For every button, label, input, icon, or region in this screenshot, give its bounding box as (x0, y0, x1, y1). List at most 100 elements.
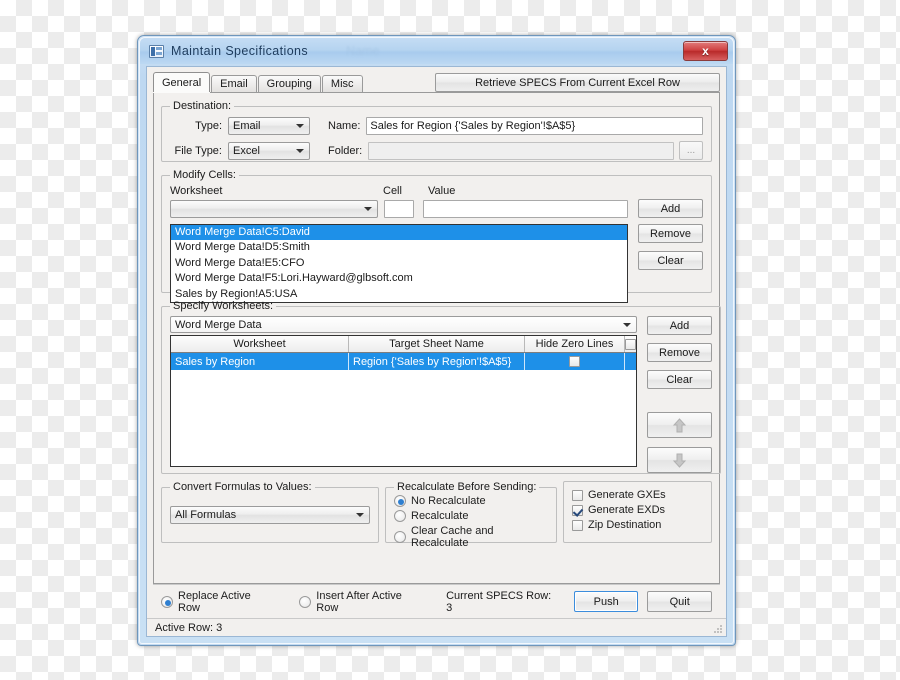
destination-filetype-select[interactable]: Excel (228, 141, 310, 160)
folder-label: Folder: (328, 144, 363, 157)
modify-cells-listbox[interactable]: Word Merge Data!C5:David Word Merge Data… (170, 224, 628, 303)
retrieve-specs-button[interactable]: Retrieve SPECS From Current Excel Row (435, 73, 720, 92)
modify-clear-button[interactable]: Clear (638, 251, 703, 270)
modify-cells-legend: Modify Cells: (173, 169, 236, 181)
specify-worksheets-legend: Specify Worksheets: (173, 300, 274, 312)
modify-remove-button[interactable]: Remove (638, 224, 703, 243)
radio-icon[interactable] (394, 495, 406, 507)
chevron-down-icon (296, 148, 304, 153)
cell-target-sheet-name: Region {'Sales by Region'!$A$5} (349, 353, 525, 370)
window-title: Maintain Specifications (171, 44, 309, 58)
generate-gxes-label: Generate GXEs (588, 489, 666, 501)
replace-active-row-label: Replace Active Row (178, 589, 251, 614)
push-button[interactable]: Push (573, 591, 639, 612)
column-header-target-sheet-name[interactable]: Target Sheet Name (349, 336, 525, 352)
cell-spacer (625, 353, 636, 370)
select-all-checkbox[interactable] (625, 338, 636, 350)
specify-worksheets-group: Specify Worksheets: Word Merge Data Work… (161, 300, 721, 474)
move-down-button[interactable] (647, 447, 712, 473)
list-item[interactable]: Word Merge Data!D5:Smith (171, 240, 627, 255)
recalculate-group: Recalculate Before Sending: No Recalcula… (385, 481, 557, 549)
status-bar-text: Active Row: 3 (155, 621, 223, 634)
modify-cell-label: Cell (383, 185, 402, 197)
radio-icon[interactable] (299, 595, 312, 608)
bottom-action-bar: Replace Active Row Insert After Active R… (153, 584, 720, 618)
radio-icon[interactable] (394, 510, 406, 522)
radio-clear-cache-label: Clear Cache and Recalculate (411, 525, 494, 549)
radio-clear-cache-and-recalculate[interactable]: Clear Cache and Recalculate (394, 525, 548, 549)
worksheets-clear-button[interactable]: Clear (647, 370, 712, 389)
chevron-down-icon (364, 206, 372, 211)
hide-zero-lines-checkbox[interactable] (569, 356, 580, 367)
radio-recalculate-label: Recalculate (411, 510, 469, 522)
title-bar: Maintain Specifications Name x (140, 38, 733, 64)
chevron-down-icon (296, 124, 304, 128)
file-type-label: File Type: (174, 144, 223, 157)
output-options-group: Generate GXEs Generate EXDs Zip Destinat… (563, 481, 712, 543)
tab-email[interactable]: Email (211, 75, 257, 92)
generate-exds-label: Generate EXDs (588, 504, 666, 516)
radio-insert-after-active-row[interactable]: Insert After Active Row (299, 590, 424, 614)
radio-replace-active-row[interactable]: Replace Active Row (161, 590, 273, 614)
worksheets-grid[interactable]: Worksheet Target Sheet Name Hide Zero Li… (170, 335, 637, 467)
convert-formulas-group: Convert Formulas to Values: All Formulas (161, 481, 379, 543)
status-bar: Active Row: 3 (147, 618, 726, 636)
destination-type-select[interactable]: Email (228, 117, 310, 135)
browse-folder-button[interactable]: ... (679, 141, 703, 160)
chevron-down-icon (356, 513, 364, 517)
tab-content-general: Destination: Type: Email Name: Sales for… (153, 92, 721, 584)
checkbox-generate-exds[interactable]: Generate EXDs (572, 504, 703, 516)
insert-after-active-row-label: Insert After Active Row (316, 589, 402, 614)
modify-cell-input[interactable] (384, 199, 414, 218)
tab-misc[interactable]: Misc (321, 75, 363, 92)
table-row[interactable]: Sales by Region Region {'Sales by Region… (171, 353, 636, 370)
destination-folder-input[interactable] (368, 141, 674, 160)
list-item[interactable]: Word Merge Data!E5:CFO (171, 256, 627, 271)
close-icon[interactable]: x (683, 41, 728, 61)
convert-formulas-select[interactable]: All Formulas (170, 506, 370, 524)
destination-name-input[interactable]: Sales for Region {'Sales by Region'!$A$5… (366, 117, 703, 135)
specify-worksheet-select[interactable]: Word Merge Data (170, 316, 637, 333)
resize-grip-icon[interactable] (713, 624, 723, 634)
tab-strip: General Email Grouping Misc (153, 72, 364, 92)
modify-value-input[interactable] (423, 199, 628, 218)
column-header-hide-zero-lines[interactable]: Hide Zero Lines (525, 336, 625, 352)
modify-value-label: Value (428, 185, 456, 197)
tab-grouping[interactable]: Grouping (257, 75, 321, 92)
radio-icon[interactable] (161, 595, 173, 608)
worksheets-remove-button[interactable]: Remove (647, 343, 712, 362)
chevron-down-icon (623, 322, 631, 327)
arrow-up-icon (673, 417, 686, 432)
spreadsheet-icon (149, 44, 164, 58)
radio-no-recalculate-label: No Recalculate (411, 495, 486, 507)
radio-recalculate[interactable]: Recalculate (394, 510, 548, 522)
checkbox-icon[interactable] (572, 504, 583, 516)
arrow-down-icon (673, 453, 686, 468)
modify-worksheet-select[interactable] (170, 199, 378, 218)
cell-hide-zero-lines[interactable] (525, 353, 625, 370)
quit-button[interactable]: Quit (647, 591, 713, 612)
checkbox-icon[interactable] (572, 489, 583, 501)
destination-legend: Destination: (173, 100, 232, 112)
tab-general[interactable]: General (153, 72, 211, 92)
move-up-button[interactable] (647, 412, 712, 438)
modify-cells-group: Modify Cells: Worksheet Cell Value Add W… (161, 169, 712, 303)
radio-no-recalculate[interactable]: No Recalculate (394, 495, 548, 507)
worksheets-add-button[interactable]: Add (647, 316, 712, 335)
modify-add-button[interactable]: Add (638, 199, 703, 218)
checkbox-icon[interactable] (572, 519, 583, 531)
modify-worksheet-label: Worksheet (170, 185, 223, 197)
specify-worksheet-value: Word Merge Data (175, 318, 262, 331)
column-header-selectall[interactable] (625, 336, 636, 352)
column-header-worksheet[interactable]: Worksheet (171, 336, 349, 352)
list-item[interactable]: Word Merge Data!F5:Lori.Hayward@glbsoft.… (171, 271, 627, 286)
list-item[interactable]: Word Merge Data!C5:David (171, 225, 627, 241)
radio-icon[interactable] (394, 531, 406, 543)
type-label: Type: (195, 120, 222, 132)
destination-filetype-value: Excel (233, 144, 260, 157)
convert-formulas-legend: Convert Formulas to Values: (173, 481, 312, 493)
checkbox-generate-gxes[interactable]: Generate GXEs (572, 489, 703, 501)
zip-destination-label: Zip Destination (588, 519, 662, 531)
name-label: Name: (328, 120, 361, 132)
checkbox-zip-destination[interactable]: Zip Destination (572, 519, 703, 531)
